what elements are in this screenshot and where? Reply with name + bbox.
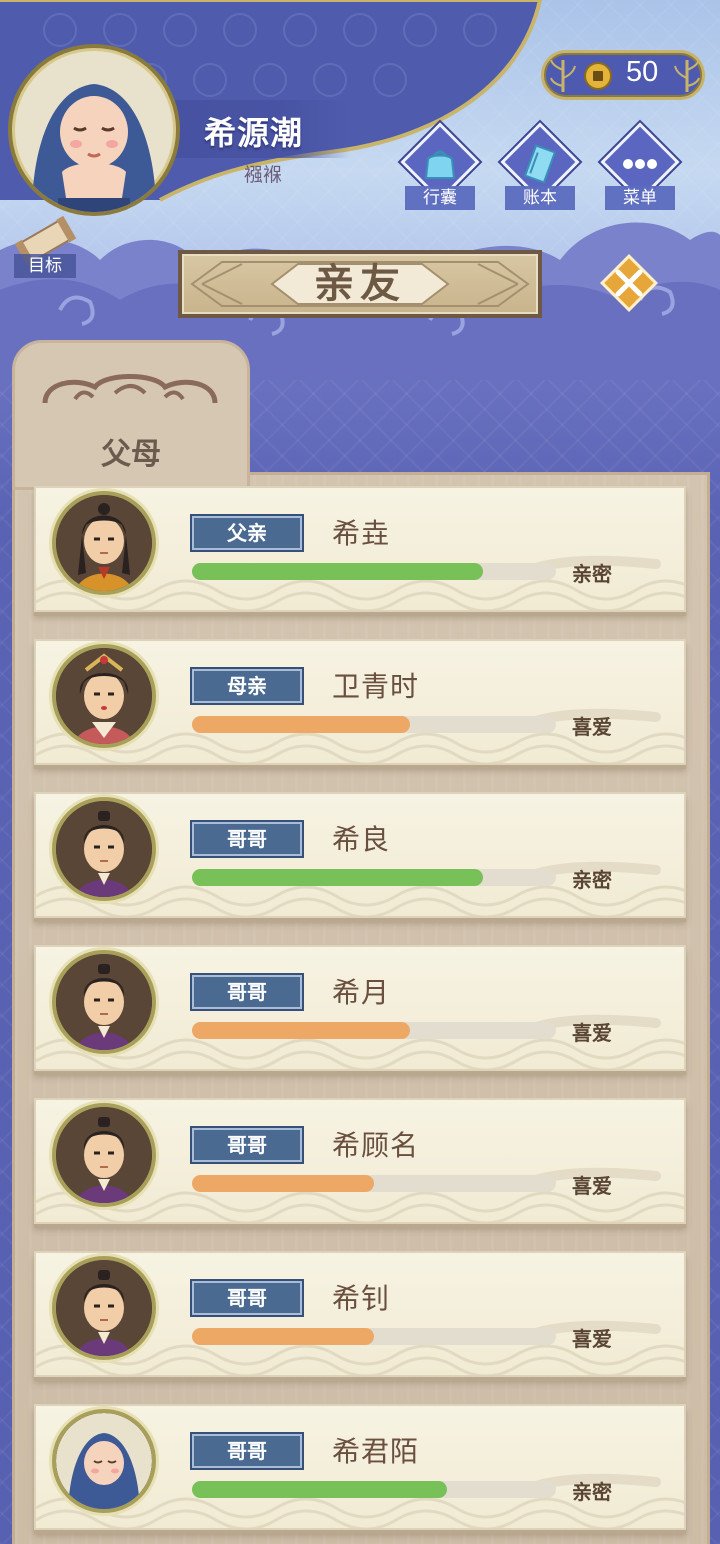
relation-badge: 哥哥 <box>192 1281 302 1315</box>
affinity-bar <box>192 1481 556 1498</box>
relative-name: 希垚 <box>332 517 391 550</box>
relation-badge: 哥哥 <box>192 822 302 856</box>
affinity-bar-fill <box>192 1328 374 1345</box>
player-name: 希源潮 <box>204 114 304 152</box>
relative-name: 希良 <box>332 823 391 856</box>
affinity-bar-fill <box>192 1175 374 1192</box>
relationship-status: 喜爱 <box>572 1021 612 1045</box>
brother-avatar <box>52 1103 156 1207</box>
relative-card[interactable]: 哥哥 希钊喜爱 <box>34 1251 686 1377</box>
relatives-screen: 希源潮 襁褓 目标 50 行囊 账本 菜单 亲友 父母 父亲 希垚 亲密 母亲 … <box>0 0 720 1544</box>
affinity-bar <box>192 563 556 580</box>
relative-card[interactable]: 哥哥 希月喜爱 <box>34 945 686 1071</box>
relative-name: 希君陌 <box>332 1435 420 1468</box>
affinity-bar <box>192 1175 556 1192</box>
bamboo-right-icon <box>674 59 700 92</box>
baby-avatar <box>52 1409 156 1513</box>
mother-avatar <box>52 644 156 748</box>
close-button[interactable] <box>598 252 660 314</box>
menu-label: 菜单 <box>605 186 675 210</box>
brother-avatar <box>52 950 156 1054</box>
page-title: 亲友 <box>314 261 406 307</box>
brother-avatar <box>52 797 156 901</box>
affinity-bar <box>192 1328 556 1345</box>
relationship-status: 亲密 <box>572 868 612 892</box>
coin-value: 50 <box>626 56 659 88</box>
title-banner: 亲友 <box>178 250 542 318</box>
relative-card[interactable]: 哥哥 希良亲密 <box>34 792 686 918</box>
relative-name: 卫青时 <box>332 670 420 703</box>
tab-parents[interactable]: 父母 <box>12 340 250 490</box>
relative-name: 希钊 <box>332 1282 391 1315</box>
bag-button[interactable]: 行囊 <box>399 122 480 214</box>
relation-badge: 哥哥 <box>192 1434 302 1468</box>
bag-label: 行囊 <box>405 186 475 210</box>
relation-badge: 母亲 <box>192 669 302 703</box>
brother-avatar <box>52 1256 156 1360</box>
affinity-bar-fill <box>192 869 484 886</box>
goal-label[interactable]: 目标 <box>14 254 76 278</box>
menu-button[interactable]: 菜单 <box>599 122 680 214</box>
affinity-bar-fill <box>192 563 484 580</box>
affinity-bar-fill <box>192 1022 411 1039</box>
ledger-icon <box>523 144 557 184</box>
relative-name: 希顾名 <box>332 1129 420 1162</box>
relative-card[interactable]: 母亲 卫青时喜爱 <box>34 639 686 765</box>
affinity-bar <box>192 1022 556 1039</box>
relation-badge: 父亲 <box>192 516 302 550</box>
affinity-bar <box>192 869 556 886</box>
relation-badge: 哥哥 <box>192 1128 302 1162</box>
relationship-status: 喜爱 <box>572 715 612 739</box>
more-icon <box>623 159 657 169</box>
relation-badge: 哥哥 <box>192 975 302 1009</box>
player-avatar[interactable] <box>8 44 180 216</box>
bamboo-left-icon <box>550 59 576 92</box>
tab-label: 父母 <box>101 437 161 472</box>
affinity-bar-fill <box>192 1481 447 1498</box>
relationship-status: 亲密 <box>572 1480 612 1504</box>
relative-card[interactable]: 哥哥 希顾名喜爱 <box>34 1098 686 1224</box>
relationship-status: 亲密 <box>572 562 612 586</box>
coin-icon <box>584 62 612 90</box>
relative-name: 希月 <box>332 976 391 1009</box>
relative-card[interactable]: 父亲 希垚亲密 <box>34 486 686 612</box>
player-age-stage: 襁褓 <box>244 164 283 186</box>
relative-card[interactable]: 哥哥 希君陌亲密 <box>34 1404 686 1530</box>
father-avatar <box>52 491 156 595</box>
tab-cloud-ornament <box>42 374 218 404</box>
ledger-label: 账本 <box>505 186 575 210</box>
affinity-bar-fill <box>192 716 411 733</box>
relationship-status: 喜爱 <box>572 1327 612 1351</box>
ledger-button[interactable]: 账本 <box>499 122 580 214</box>
bag-icon <box>424 150 456 179</box>
affinity-bar <box>192 716 556 733</box>
relationship-status: 喜爱 <box>572 1174 612 1198</box>
